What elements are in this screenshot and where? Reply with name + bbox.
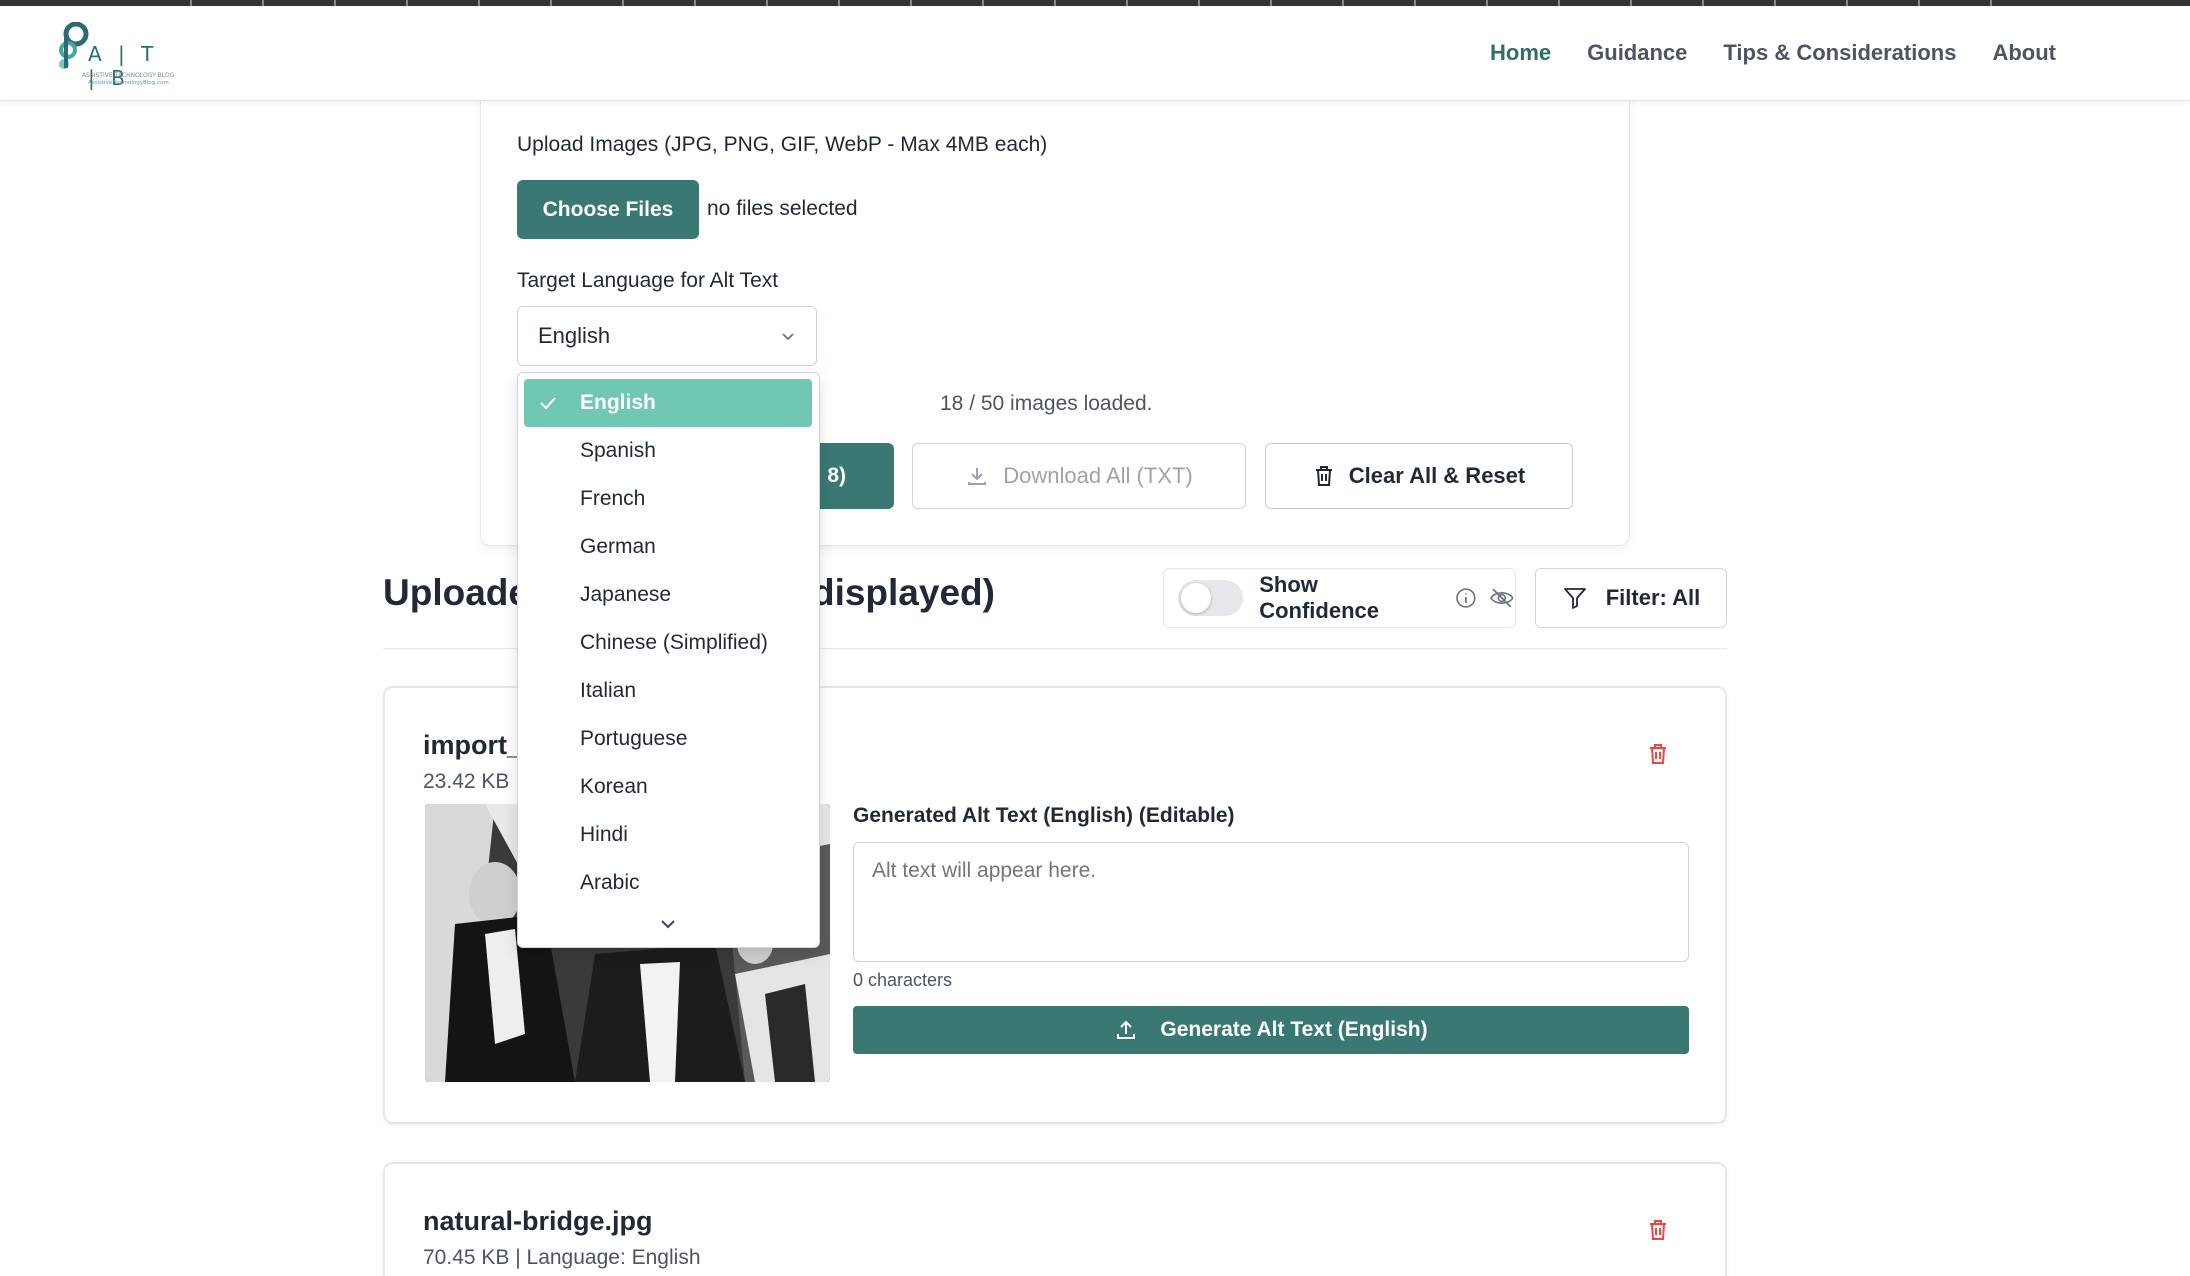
filter-label: Filter: All	[1605, 585, 1701, 610]
site-logo[interactable]: A | T | B ASSISTIVE TECHNOLOGY BLOG Assi…	[56, 22, 176, 90]
trash-icon	[1315, 466, 1332, 486]
download-all-label: Download All (TXT)	[1003, 463, 1193, 488]
alt-text-textarea[interactable]	[853, 842, 1689, 962]
section-title-right: displayed)	[811, 572, 995, 613]
language-option[interactable]: Portuguese	[524, 715, 812, 763]
language-dropdown: English Spanish French German Japanese C…	[517, 372, 820, 948]
language-option[interactable]: Arabic	[524, 859, 812, 907]
language-option[interactable]: French	[524, 475, 812, 523]
generate-all-label: 8)	[827, 464, 846, 487]
language-option[interactable]: Korean	[524, 763, 812, 811]
nav-tips[interactable]: Tips & Considerations	[1723, 40, 1956, 66]
eye-off-icon	[1490, 588, 1514, 608]
language-select-value: English	[538, 323, 611, 348]
char-count: 0 characters	[853, 970, 953, 990]
show-confidence-label: Show Confidence	[1259, 572, 1380, 623]
language-option[interactable]: Chinese (Simplified)	[524, 619, 812, 667]
chevron-down-icon	[782, 333, 794, 341]
alt-text-label: Generated Alt Text (English) (Editable)	[853, 804, 1235, 827]
language-option[interactable]: Japanese	[524, 571, 812, 619]
logo-url: AssistiveTechnologyBlog.com	[88, 80, 169, 86]
scroll-down-chevron-icon[interactable]	[659, 917, 677, 931]
image-meta: 70.45 KB | Language: English	[423, 1246, 701, 1269]
show-confidence-toggle[interactable]	[1178, 580, 1244, 616]
language-label: Target Language for Alt Text	[517, 269, 779, 292]
language-option[interactable]: Spanish	[524, 427, 812, 475]
clear-all-button[interactable]: Clear All & Reset	[1265, 443, 1573, 509]
no-files-text: no files selected	[707, 197, 858, 220]
language-option[interactable]: German	[524, 523, 812, 571]
filter-icon	[1563, 588, 1586, 609]
section-title-left: Uploade	[383, 572, 529, 613]
delete-icon[interactable]	[1647, 1218, 1669, 1242]
logo-tagline: ASSISTIVE TECHNOLOGY BLOG	[82, 72, 175, 79]
filter-button[interactable]: Filter: All	[1535, 568, 1727, 628]
language-option[interactable]: Italian	[524, 667, 812, 715]
upload-label: Upload Images (JPG, PNG, GIF, WebP - Max…	[517, 133, 1048, 156]
image-filename: import_	[423, 730, 523, 760]
image-card: natural-bridge.jpg 70.45 KB | Language: …	[383, 1162, 1727, 1276]
upload-icon	[1117, 1020, 1136, 1039]
images-loaded-status: 18 / 50 images loaded.	[940, 392, 1153, 415]
check-icon	[540, 397, 556, 410]
nav-about[interactable]: About	[1992, 40, 2056, 66]
language-select[interactable]: English	[517, 306, 817, 366]
language-option[interactable]: Hindi	[524, 811, 812, 859]
download-icon	[968, 468, 987, 485]
delete-icon[interactable]	[1647, 742, 1669, 766]
image-meta: 23.42 KB	[423, 770, 510, 793]
download-all-button[interactable]: Download All (TXT)	[912, 443, 1246, 509]
nav-home[interactable]: Home	[1490, 40, 1551, 66]
generate-alt-text-label: Generate Alt Text (English)	[1160, 1018, 1428, 1041]
nav-guidance[interactable]: Guidance	[1587, 40, 1687, 66]
info-icon[interactable]	[1454, 586, 1478, 610]
main-nav: Home Guidance Tips & Considerations Abou…	[1490, 40, 2056, 66]
choose-files-button[interactable]: Choose Files	[517, 180, 699, 239]
language-option[interactable]: English	[524, 379, 812, 427]
logo-mark-icon	[59, 22, 89, 69]
generate-alt-text-button[interactable]: Generate Alt Text (English)	[853, 1006, 1689, 1054]
image-filename: natural-bridge.jpg	[423, 1206, 653, 1236]
site-header: A | T | B ASSISTIVE TECHNOLOGY BLOG Assi…	[0, 6, 2190, 101]
show-confidence-control: Show Confidence	[1163, 568, 1516, 628]
clear-all-label: Clear All & Reset	[1348, 463, 1526, 488]
